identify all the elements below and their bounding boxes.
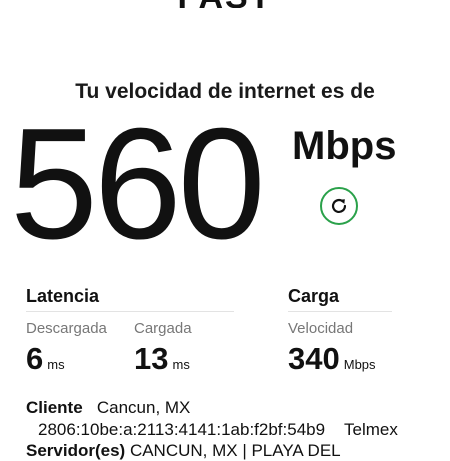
upload-divider	[288, 311, 392, 312]
client-location: Cancun, MX	[96, 398, 191, 417]
upload-speed: 340 Mbps	[288, 341, 376, 377]
upload-title: Carga	[288, 286, 340, 306]
app-logo-area: FAST	[0, 0, 450, 8]
download-speed-unit: Mbps	[292, 124, 397, 168]
latency-download: 6 ms	[26, 341, 65, 377]
latency-download-value: 6	[26, 341, 44, 376]
latency-download-unit: ms	[47, 357, 65, 372]
latency-divider	[26, 311, 234, 312]
servers-label: Servidor(es)	[26, 441, 126, 460]
refresh-button[interactable]	[320, 187, 358, 225]
client-label: Cliente	[26, 398, 83, 417]
client-detail-line: 2806:10be:a:2113:4141:1ab:f2bf:54b9 Telm…	[38, 420, 398, 440]
latency-upload-unit: ms	[172, 357, 190, 372]
app-logo: FAST	[178, 0, 273, 8]
latency-upload-label: Cargada	[134, 320, 192, 337]
client-ip: 2806:10be:a:2113:4141:1ab:f2bf:54b9	[38, 420, 326, 439]
latency-upload: 13 ms	[134, 341, 190, 377]
latency-upload-value: 13	[134, 341, 169, 376]
upload-speed-value: 340	[288, 341, 340, 376]
upload-speed-label: Velocidad	[288, 320, 354, 337]
download-speed-value: 560	[10, 96, 266, 272]
servers-value: CANCUN, MX | PLAYA DEL	[129, 441, 341, 460]
servers-line: Servidor(es) CANCUN, MX | PLAYA DEL	[26, 441, 341, 461]
upload-speed-unit: Mbps	[343, 357, 376, 372]
latency-title: Latencia	[26, 286, 100, 306]
client-isp: Telmex	[343, 420, 398, 439]
client-line: Cliente Cancun, MX	[26, 398, 190, 418]
refresh-icon	[331, 198, 347, 213]
latency-download-label: Descargada	[26, 320, 107, 337]
